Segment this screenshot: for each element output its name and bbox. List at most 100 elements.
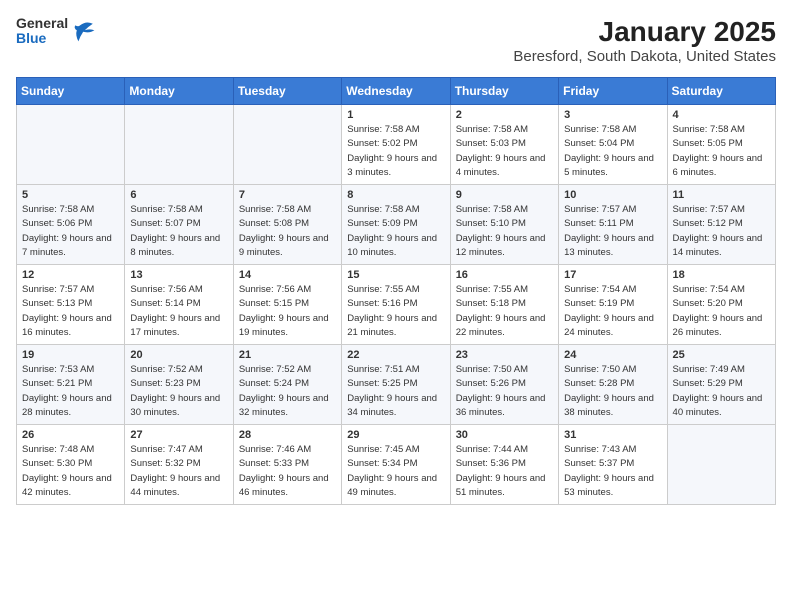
sunrise-text: Sunrise: 7:58 AM xyxy=(673,124,745,135)
day-info: Sunrise: 7:52 AM Sunset: 5:24 PM Daylight:… xyxy=(239,363,336,420)
day-info: Sunrise: 7:55 AMSunset: 5:16 PMDaylight:… xyxy=(347,283,444,340)
calendar-cell: 16Sunrise: 7:55 AMSunset: 5:18 PMDayligh… xyxy=(450,265,558,345)
daylight-text: Daylight: 9 hours and 24 minutes. xyxy=(564,313,654,338)
calendar-week-row: 12Sunrise: 7:57 AMSunset: 5:13 PMDayligh… xyxy=(17,265,776,345)
weekday-header-monday: Monday xyxy=(125,78,233,105)
day-number: 28 xyxy=(239,429,336,441)
day-info: Sunrise: 7:44 AMSunset: 5:36 PMDaylight:… xyxy=(456,443,553,500)
sunset-text: Sunset: 5:19 PM xyxy=(564,298,634,309)
sunrise-text: Sunrise: 7:45 AM xyxy=(347,444,419,455)
sunset-text: Sunset: 5:15 PM xyxy=(239,298,309,309)
daylight-text: Daylight: 9 hours and 44 minutes. xyxy=(130,473,220,498)
sunset-text: Sunset: 5:07 PM xyxy=(130,218,200,229)
day-number: 12 xyxy=(22,269,119,281)
day-info: Sunrise: 7:53 AMSunset: 5:21 PMDaylight:… xyxy=(22,363,119,420)
day-info: Sunrise: 7:58 AMSunset: 5:07 PMDaylight:… xyxy=(130,203,227,260)
day-info: Sunrise: 7:54 AMSunset: 5:20 PMDaylight:… xyxy=(673,283,770,340)
sunset-text: Sunset: 5:10 PM xyxy=(456,218,526,229)
daylight-text: Daylight: 9 hours and 49 minutes. xyxy=(347,473,437,498)
page-subtitle: Beresford, South Dakota, United States xyxy=(513,48,776,65)
page-header: General Blue January 2025 Beresford, Sou… xyxy=(16,16,776,65)
sunrise-text: Sunrise: 7:44 AM xyxy=(456,444,528,455)
day-info: Sunrise: 7:54 AMSunset: 5:19 PMDaylight:… xyxy=(564,283,661,340)
sunset-text: Sunset: 5:11 PM xyxy=(564,218,634,229)
daylight-text: Daylight: 9 hours and 38 minutes. xyxy=(564,393,654,418)
calendar-cell: 23Sunrise: 7:50 AMSunset: 5:26 PMDayligh… xyxy=(450,345,558,425)
day-info: Sunrise: 7:57 AMSunset: 5:12 PMDaylight:… xyxy=(673,203,770,260)
sunrise-text: Sunrise: 7:56 AM xyxy=(130,284,202,295)
calendar-cell: 1Sunrise: 7:58 AMSunset: 5:02 PMDaylight… xyxy=(342,105,450,185)
sunrise-text: Sunrise: 7:58 AM xyxy=(456,204,528,215)
daylight-text: Daylight: 9 hours and 53 minutes. xyxy=(564,473,654,498)
sunrise-text: Sunrise: 7:55 AM xyxy=(347,284,419,295)
calendar-week-row: 5 Sunrise: 7:58 AMSunset: 5:06 PMDaylight… xyxy=(17,185,776,265)
day-info: Sunrise: 7:47 AMSunset: 5:32 PMDaylight:… xyxy=(130,443,227,500)
weekday-header-sunday: Sunday xyxy=(17,78,125,105)
day-number: 22 xyxy=(347,349,444,361)
calendar-cell: 6Sunrise: 7:58 AMSunset: 5:07 PMDaylight… xyxy=(125,185,233,265)
sunset-text: Sunset: 5:09 PM xyxy=(347,218,417,229)
sunset-text: Sunset: 5:37 PM xyxy=(564,458,634,469)
calendar-week-row: 26Sunrise: 7:48 AMSunset: 5:30 PMDayligh… xyxy=(17,425,776,505)
sunrise-text: Sunrise: 7:50 AM xyxy=(564,364,636,375)
day-number: 24 xyxy=(564,349,661,361)
calendar-cell: 13Sunrise: 7:56 AMSunset: 5:14 PMDayligh… xyxy=(125,265,233,345)
day-info: Sunrise: 7:58 AMSunset: 5:04 PMDaylight:… xyxy=(564,123,661,180)
sunset-text: Sunset: 5:28 PM xyxy=(564,378,634,389)
weekday-header-tuesday: Tuesday xyxy=(233,78,341,105)
calendar-cell: 12Sunrise: 7:57 AMSunset: 5:13 PMDayligh… xyxy=(17,265,125,345)
day-number: 31 xyxy=(564,429,661,441)
calendar-cell: 18Sunrise: 7:54 AMSunset: 5:20 PMDayligh… xyxy=(667,265,775,345)
sunset-text: Sunset: 5:21 PM xyxy=(22,378,92,389)
calendar-cell: 21Sunrise: 7:52 AMSunset: 5:24 PMDayligh… xyxy=(233,345,341,425)
day-number: 4 xyxy=(673,109,770,121)
day-number: 5 xyxy=(22,189,119,201)
sunrise-text: Sunrise: 7:58 AM xyxy=(239,204,311,215)
calendar-table: SundayMondayTuesdayWednesdayThursdayFrid… xyxy=(16,77,776,505)
sunrise-text: Sunrise: 7:47 AM xyxy=(130,444,202,455)
logo-blue: Blue xyxy=(16,31,68,46)
calendar-cell xyxy=(17,105,125,185)
day-number: 29 xyxy=(347,429,444,441)
sunrise-text: Sunrise: 7:50 AM xyxy=(456,364,528,375)
title-block: January 2025 Beresford, South Dakota, Un… xyxy=(513,16,776,65)
sunrise-text: Sunrise: 7:49 AM xyxy=(673,364,745,375)
sunset-text: Sunset: 5:03 PM xyxy=(456,138,526,149)
day-info: Sunrise: 7:58 AMSunset: 5:02 PMDaylight:… xyxy=(347,123,444,180)
day-info: Sunrise: 7:58 AMSunset: 5:06 PMDaylight:… xyxy=(22,203,119,260)
sunset-text: Sunset: 5:24 PM xyxy=(239,378,309,389)
calendar-cell: 19 Sunrise: 7:53 AMSunset: 5:21 PMDayligh… xyxy=(17,345,125,425)
day-info: Sunrise: 7:58 AM Sunset: 5:08 PM Daylight:… xyxy=(239,203,336,260)
sunset-text: Sunset: 5:05 PM xyxy=(673,138,743,149)
sunrise-text: Sunrise: 7:43 AM xyxy=(564,444,636,455)
sunset-text: Sunset: 5:16 PM xyxy=(347,298,417,309)
daylight-text: Daylight: 9 hours and 42 minutes. xyxy=(22,473,112,498)
day-number: 9 xyxy=(456,189,553,201)
daylight-text: Daylight: 9 hours and 36 minutes. xyxy=(456,393,546,418)
calendar-cell: 26Sunrise: 7:48 AMSunset: 5:30 PMDayligh… xyxy=(17,425,125,505)
weekday-header-wednesday: Wednesday xyxy=(342,78,450,105)
daylight-text: Daylight: 9 hours and 46 minutes. xyxy=(239,473,329,498)
sunrise-text: Sunrise: 7:57 AM xyxy=(673,204,745,215)
day-info: Sunrise: 7:48 AMSunset: 5:30 PMDaylight:… xyxy=(22,443,119,500)
sunrise-text: Sunrise: 7:52 AM xyxy=(239,364,311,375)
day-number: 8 xyxy=(347,189,444,201)
day-info: Sunrise: 7:55 AMSunset: 5:18 PMDaylight:… xyxy=(456,283,553,340)
daylight-text: Daylight: 9 hours and 13 minutes. xyxy=(564,233,654,258)
day-number: 17 xyxy=(564,269,661,281)
day-number: 19 xyxy=(22,349,119,361)
sunset-text: Sunset: 5:12 PM xyxy=(673,218,743,229)
day-info: Sunrise: 7:50 AM Sunset: 5:28 PM Daylight:… xyxy=(564,363,661,420)
logo-text: General Blue xyxy=(16,16,68,47)
sunrise-text: Sunrise: 7:57 AM xyxy=(22,284,94,295)
daylight-text: Daylight: 9 hours and 30 minutes. xyxy=(130,393,220,418)
daylight-text: Daylight: 9 hours and 32 minutes. xyxy=(239,393,329,418)
day-number: 27 xyxy=(130,429,227,441)
calendar-cell: 7Sunrise: 7:58 AMSunset: 5:08 PMDaylight… xyxy=(233,185,341,265)
sunset-text: Sunset: 5:25 PM xyxy=(347,378,417,389)
sunset-text: Sunset: 5:08 PM xyxy=(239,218,309,229)
calendar-cell: 14Sunrise: 7:56 AMSunset: 5:15 PMDayligh… xyxy=(233,265,341,345)
logo-bird-icon xyxy=(72,19,96,43)
logo-general: General xyxy=(16,16,68,31)
daylight-text: Daylight: 9 hours and 9 minutes. xyxy=(239,233,329,258)
